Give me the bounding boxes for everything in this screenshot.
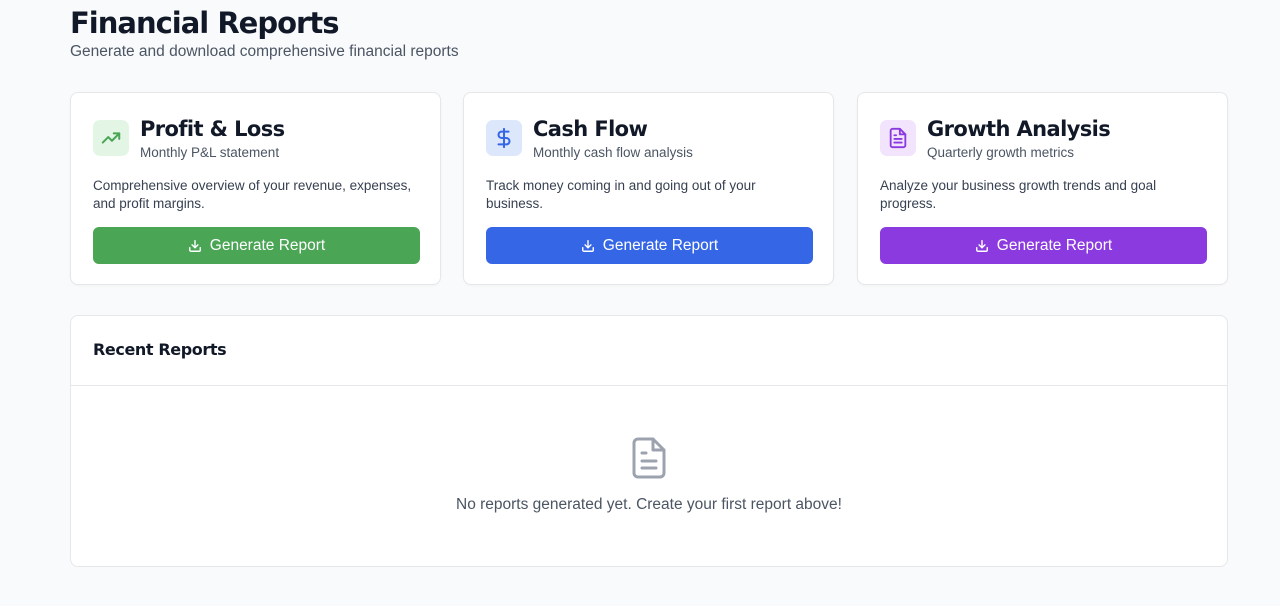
document-icon [880, 120, 916, 156]
card-title: Growth Analysis [927, 117, 1111, 141]
card-description: Analyze your business growth trends and … [880, 178, 1157, 211]
button-label: Generate Report [209, 236, 326, 254]
report-card-cash-flow: Cash Flow Monthly cash flow analysis Tra… [463, 92, 834, 285]
button-label: Generate Report [996, 236, 1113, 254]
generate-report-button-profit-loss[interactable]: Generate Report [93, 227, 420, 264]
report-card-profit-loss: Profit & Loss Monthly P&L statement Comp… [70, 92, 441, 285]
download-icon [975, 239, 989, 253]
download-icon [581, 239, 595, 253]
page-subtitle: Generate and download comprehensive fina… [70, 43, 459, 60]
trending-up-icon [93, 120, 129, 156]
button-label: Generate Report [602, 236, 719, 254]
download-icon [188, 239, 202, 253]
generate-report-button-cash-flow[interactable]: Generate Report [486, 227, 813, 264]
dollar-sign-icon [486, 120, 522, 156]
report-card-growth-analysis: Growth Analysis Quarterly growth metrics… [857, 92, 1228, 285]
card-subtitle: Monthly P&L statement [140, 145, 280, 160]
recent-reports-title: Recent Reports [93, 340, 227, 359]
generate-report-button-growth-analysis[interactable]: Generate Report [880, 227, 1207, 264]
card-subtitle: Quarterly growth metrics [927, 145, 1075, 160]
card-title: Cash Flow [533, 117, 648, 141]
empty-state-message: No reports generated yet. Create your fi… [456, 496, 842, 513]
card-description: Track money coming in and going out of y… [486, 178, 756, 211]
card-description: Comprehensive overview of your revenue, … [93, 178, 412, 211]
divider [71, 385, 1227, 386]
recent-reports-panel: Recent Reports No reports generated yet.… [70, 315, 1228, 567]
document-icon [630, 436, 668, 480]
page-title: Financial Reports [70, 6, 339, 40]
card-subtitle: Monthly cash flow analysis [533, 145, 693, 160]
card-title: Profit & Loss [140, 117, 285, 141]
